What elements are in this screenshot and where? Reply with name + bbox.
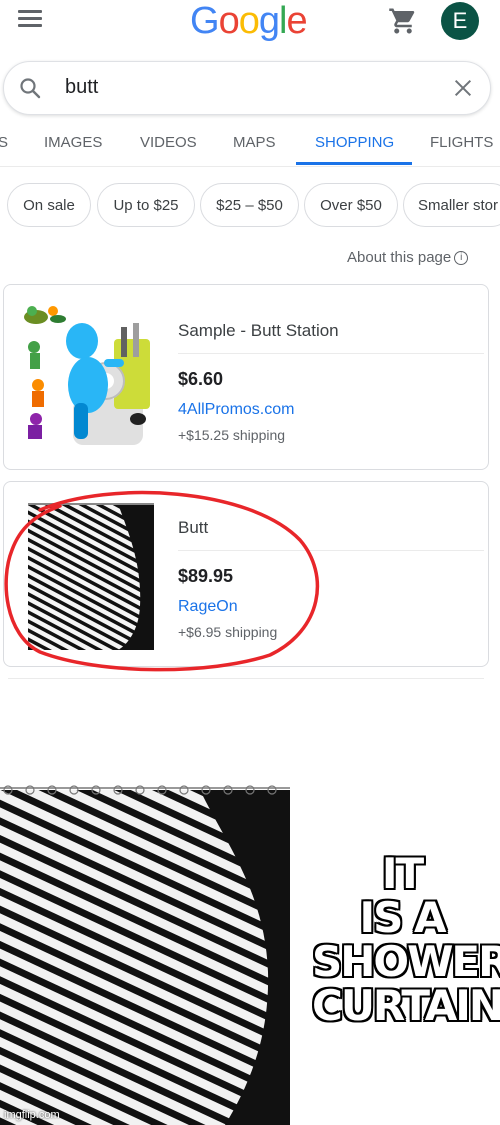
logo-letter: G xyxy=(190,0,220,42)
tab-flights[interactable]: FLIGHTS xyxy=(430,134,493,151)
divider xyxy=(178,353,484,354)
close-icon[interactable] xyxy=(452,77,474,99)
logo-letter: o xyxy=(218,0,240,42)
about-this-page-link[interactable]: About this page i xyxy=(347,249,469,266)
divider xyxy=(178,550,484,551)
logo-letter: g xyxy=(258,0,280,42)
caption-line: SHOWER xyxy=(311,937,500,986)
caption-line: IT xyxy=(381,849,425,898)
merchant-link[interactable]: 4AllPromos.com xyxy=(178,401,294,419)
watermark: imgflip.com xyxy=(4,1109,60,1121)
tab-images[interactable]: IMAGES xyxy=(44,134,102,151)
menu-icon[interactable] xyxy=(18,10,42,28)
shopping-cart-icon[interactable] xyxy=(388,6,418,36)
info-icon: i xyxy=(454,251,469,266)
about-label: About this page xyxy=(347,249,452,266)
google-logo[interactable]: Google xyxy=(190,0,308,43)
product-title[interactable]: Butt xyxy=(178,518,208,538)
merchant-link[interactable]: RageOn xyxy=(178,598,238,616)
product-card[interactable]: Butt $89.95 RageOn +$6.95 shipping xyxy=(3,481,489,667)
shower-curtain-image xyxy=(0,782,290,1125)
filter-chips: On sale Up to $25 $25 – $50 Over $50 Sma… xyxy=(0,183,500,229)
search-icon[interactable] xyxy=(18,76,42,100)
tab-maps[interactable]: MAPS xyxy=(233,134,276,151)
logo-letter: o xyxy=(238,0,260,42)
chip-smaller-stores[interactable]: Smaller stor xyxy=(403,183,500,227)
meme-caption: IT IS A SHOWER CURTAIN xyxy=(311,849,500,1030)
chip-over-50[interactable]: Over $50 xyxy=(304,183,398,227)
shipping-cost: +$15.25 shipping xyxy=(178,427,286,443)
results-divider xyxy=(8,678,484,679)
account-avatar[interactable]: E xyxy=(441,2,479,40)
search-input[interactable]: butt xyxy=(65,76,98,99)
product-title[interactable]: Sample - Butt Station xyxy=(178,321,339,341)
top-bar: Google E xyxy=(0,0,500,50)
tab-all[interactable]: S xyxy=(0,134,8,151)
search-tabs: S IMAGES VIDEOS MAPS SHOPPING FLIGHTS xyxy=(0,118,500,167)
product-card[interactable]: Sample - Butt Station $6.60 4AllPromos.c… xyxy=(3,284,489,470)
avatar-initial: E xyxy=(452,8,468,33)
caption-line: CURTAIN xyxy=(311,981,500,1030)
chip-up-to-25[interactable]: Up to $25 xyxy=(97,183,195,227)
tab-videos[interactable]: VIDEOS xyxy=(140,134,197,151)
tab-shopping[interactable]: SHOPPING xyxy=(315,134,394,151)
chip-25-50[interactable]: $25 – $50 xyxy=(200,183,299,227)
product-price: $89.95 xyxy=(178,566,234,586)
product-image-butt-station[interactable] xyxy=(18,299,164,455)
logo-letter: e xyxy=(286,0,307,42)
search-box[interactable]: butt xyxy=(3,61,491,115)
product-price: $6.60 xyxy=(178,369,224,389)
active-tab-indicator xyxy=(296,162,412,165)
caption-line: IS A xyxy=(358,893,447,942)
chip-on-sale[interactable]: On sale xyxy=(7,183,91,227)
product-image-shower-curtain[interactable] xyxy=(18,496,164,652)
shipping-cost: +$6.95 shipping xyxy=(178,624,278,640)
